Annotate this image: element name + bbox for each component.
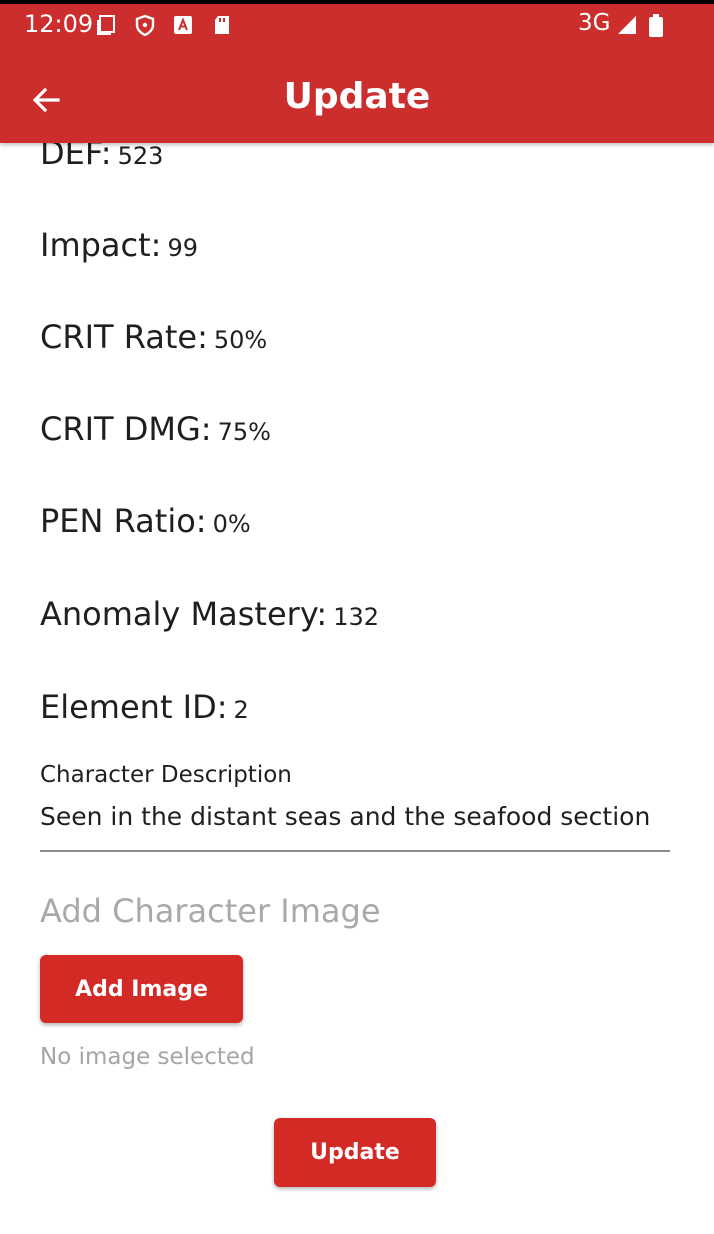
update-button[interactable]: Update [274,1118,436,1187]
screen: DEF: 523 Impact: 99 CRIT Rate: 50% CRIT DMG… [0,0,714,1234]
shield-icon [134,14,156,40]
field-value: 99 [167,234,198,262]
field-value: 132 [333,603,380,631]
field-pen-ratio: PEN Ratio: 0% [40,502,251,540]
add-image-button[interactable]: Add Image [40,955,243,1023]
a-icon [172,14,194,40]
top-bar: 12:09 3G Update [0,0,714,143]
character-description-label: Character Description [40,762,292,788]
add-character-image-heading: Add Character Image [40,892,381,930]
page-title: Update [283,76,431,117]
field-value: 50% [213,326,268,354]
status-time: 12:09 [24,10,94,38]
field-label: CRIT Rate: [40,318,208,356]
field-label: Element ID: [40,688,228,726]
field-label: Impact: [40,226,162,264]
character-description-value: Seen in the distant seas and the seafood… [40,802,651,831]
character-description-input[interactable]: Seen in the distant seas and the seafood… [40,800,670,852]
field-label: Anomaly Mastery: [40,595,328,633]
sd-card-icon [211,14,233,40]
field-crit-rate: CRIT Rate: 50% [40,318,267,356]
field-label: PEN Ratio: [40,502,207,540]
field-impact: Impact: 99 [40,226,198,264]
field-value: 75% [217,418,271,446]
field-value: 2 [233,696,249,724]
network-type: 3G [578,10,611,36]
field-value: 0% [212,510,251,538]
screen-icon [96,14,118,40]
image-status-text: No image selected [40,1044,255,1070]
field-element-id: Element ID: 2 [40,688,249,726]
field-anomaly-mastery: Anomaly Mastery: 132 [40,595,379,633]
signal-icon [616,14,638,40]
battery-icon [648,14,664,42]
field-crit-dmg: CRIT DMG: 75% [40,410,271,448]
field-value: 523 [117,142,164,170]
field-label: CRIT DMG: [40,410,212,448]
